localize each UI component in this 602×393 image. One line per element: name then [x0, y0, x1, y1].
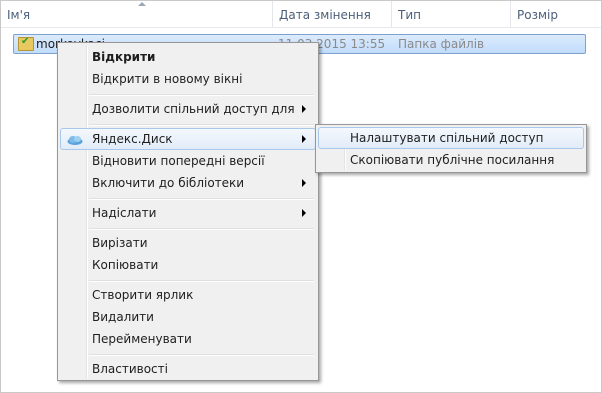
menu-item-open-new-window[interactable]: Відкрити в новому вікні: [60, 68, 316, 90]
submenu-arrow-icon: [302, 135, 306, 143]
menu-item-share-with[interactable]: Дозволити спільний доступ для: [60, 98, 316, 120]
column-header-bar: Ім'я Дата змінення Тип Розмір: [1, 1, 601, 28]
column-header-name[interactable]: Ім'я: [1, 1, 273, 27]
column-header-size[interactable]: Розмір: [511, 1, 601, 27]
synced-folder-icon: [18, 36, 34, 51]
menu-item-copy[interactable]: Копіювати: [60, 254, 316, 276]
menu-item-include-library[interactable]: Включити до бібліотеки: [60, 172, 316, 194]
menu-item-yandex-disk-label: Яндекс.Диск: [92, 132, 173, 146]
menu-item-rename[interactable]: Перейменувати: [60, 328, 316, 350]
file-type: Папка файлів: [398, 37, 485, 51]
yandex-disk-cloud-icon: [67, 136, 83, 145]
menu-separator: [89, 124, 314, 126]
column-name-label: Ім'я: [7, 8, 31, 22]
menu-item-create-shortcut[interactable]: Створити ярлик: [60, 284, 316, 306]
column-header-type[interactable]: Тип: [392, 1, 511, 27]
menu-item-include-library-label: Включити до бібліотеки: [92, 176, 245, 190]
menu-item-share-with-label: Дозволити спільний доступ для: [92, 102, 295, 116]
column-size-label: Розмір: [517, 8, 558, 22]
menu-item-cut[interactable]: Вирізати: [60, 232, 316, 254]
submenu-arrow-icon: [302, 209, 306, 217]
column-type-label: Тип: [398, 8, 421, 22]
menu-separator: [89, 228, 314, 230]
submenu-item-configure-sharing[interactable]: Налаштувати спільний доступ: [318, 127, 584, 149]
submenu-item-copy-public-link[interactable]: Скопіювати публічне посилання: [318, 149, 584, 171]
submenu-arrow-icon: [302, 179, 306, 187]
menu-separator: [89, 198, 314, 200]
menu-separator: [89, 280, 314, 282]
menu-item-restore-versions[interactable]: Відновити попередні версії: [60, 150, 316, 172]
menu-item-send-to[interactable]: Надіслати: [60, 202, 316, 224]
column-header-date[interactable]: Дата змінення: [273, 1, 392, 27]
menu-separator: [89, 354, 314, 356]
menu-item-properties[interactable]: Властивості: [60, 358, 316, 380]
context-menu: Відкрити Відкрити в новому вікні Дозволи…: [57, 42, 319, 381]
explorer-file-list: Ім'я Дата змінення Тип Розмір morkovkaci…: [0, 0, 602, 393]
menu-item-yandex-disk[interactable]: Яндекс.Диск: [60, 128, 316, 150]
column-date-label: Дата змінення: [279, 8, 371, 22]
menu-item-delete[interactable]: Видалити: [60, 306, 316, 328]
menu-separator: [89, 94, 314, 96]
menu-item-send-to-label: Надіслати: [92, 206, 157, 220]
yandex-disk-submenu: Налаштувати спільний доступ Скопіювати п…: [315, 124, 587, 173]
sort-ascending-icon: [138, 2, 146, 6]
menu-item-open[interactable]: Відкрити: [60, 46, 316, 68]
submenu-arrow-icon: [302, 105, 306, 113]
